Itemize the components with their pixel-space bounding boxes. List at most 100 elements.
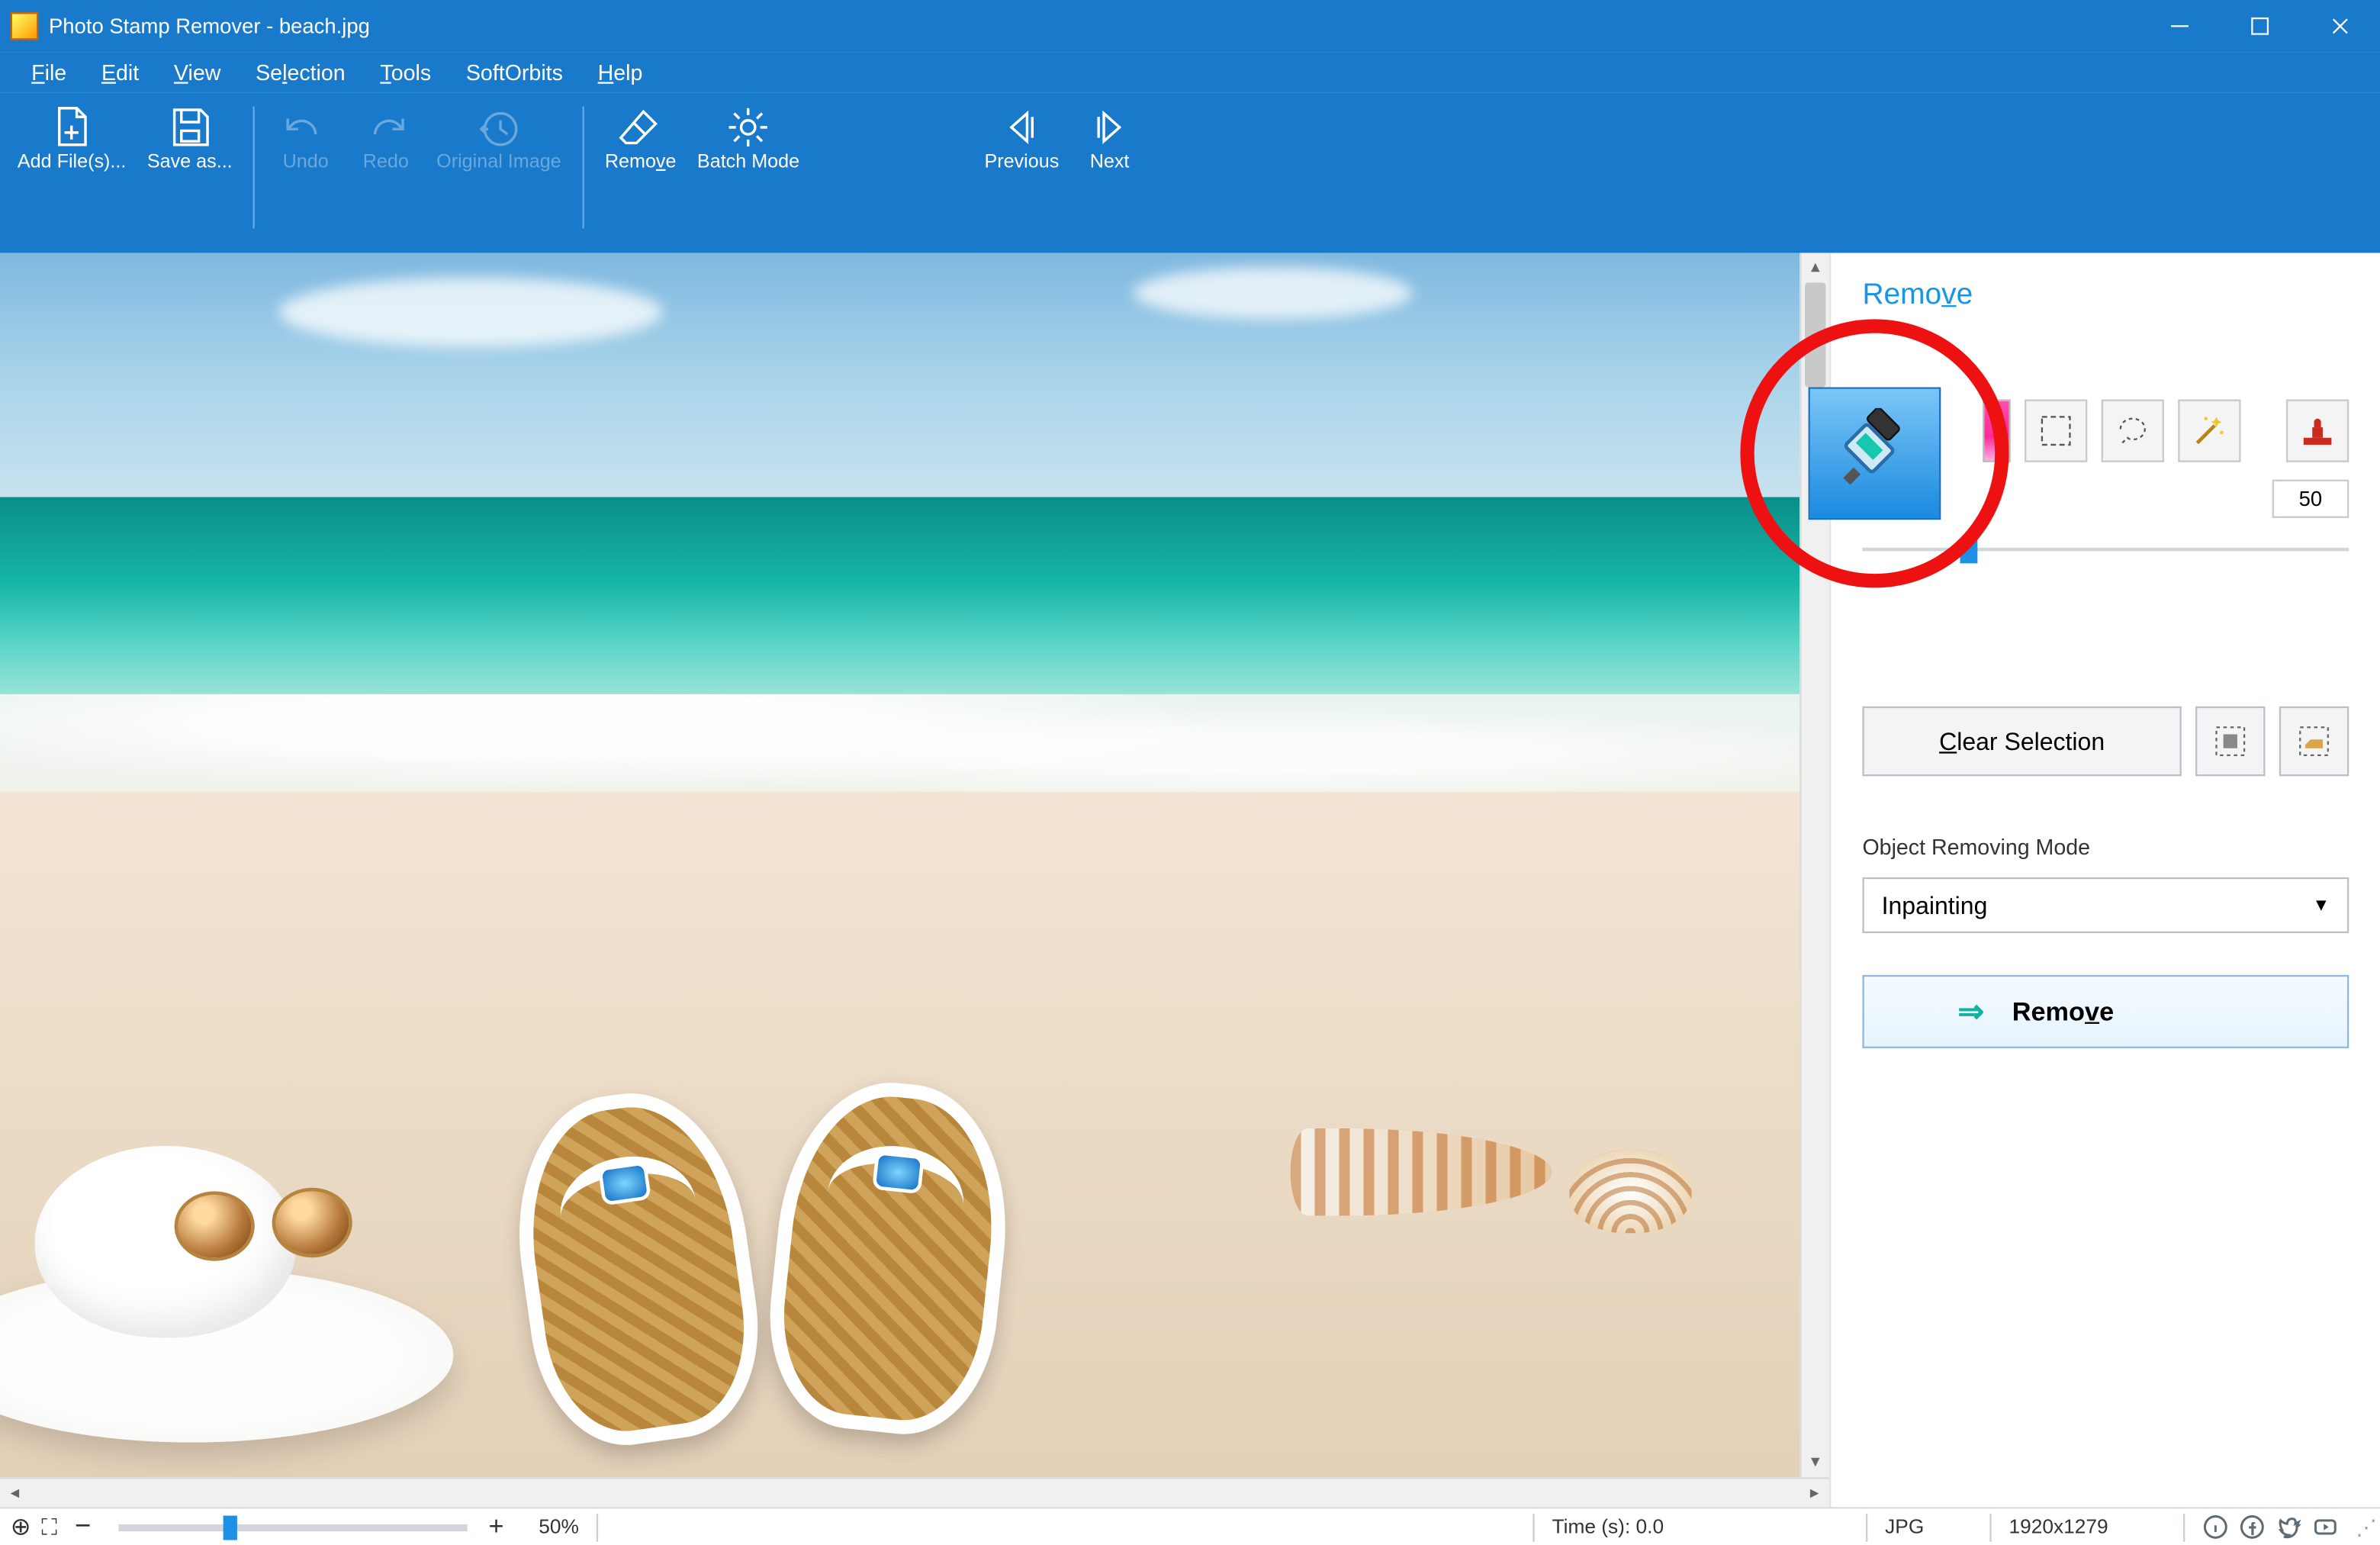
- save-as-label: Save as...: [147, 152, 233, 172]
- next-label: Next: [1090, 152, 1130, 172]
- add-files-label: Add File(s)...: [18, 152, 127, 172]
- undo-icon: [281, 103, 330, 152]
- eraser-icon: [616, 103, 665, 152]
- menu-file[interactable]: File: [18, 56, 81, 88]
- gear-icon: [724, 103, 773, 152]
- menu-selection[interactable]: Selection: [242, 56, 359, 88]
- zoom-in-button[interactable]: +: [478, 1512, 514, 1542]
- remove-tool-button[interactable]: Remove: [598, 99, 683, 176]
- twitter-icon[interactable]: [2275, 1514, 2301, 1540]
- rectangle-select-icon: [2037, 411, 2075, 449]
- clear-selection-button[interactable]: Clear Selection: [1862, 707, 2181, 776]
- scroll-left-icon[interactable]: ◂: [0, 1479, 30, 1509]
- menu-help[interactable]: Help: [584, 56, 656, 88]
- batch-label: Batch Mode: [697, 152, 799, 172]
- status-format: JPG: [1885, 1517, 1972, 1537]
- facebook-icon[interactable]: [2239, 1514, 2265, 1540]
- save-selection-button[interactable]: [2195, 707, 2265, 776]
- resize-grip[interactable]: ⋰: [2356, 1514, 2380, 1539]
- stamp-icon: [2298, 411, 2337, 449]
- original-label: Original Image: [436, 152, 561, 172]
- zoom-fit-icon[interactable]: ⛶: [41, 1513, 57, 1541]
- menu-bar: File Edit View Selection Tools SoftOrbit…: [0, 53, 2380, 93]
- selection-tools-row: [1862, 399, 2349, 462]
- toolbar: Add File(s)... Save as... Undo Redo Orig…: [0, 92, 2380, 253]
- scroll-down-icon[interactable]: ▾: [1801, 1447, 1829, 1477]
- brush-size-input[interactable]: [2272, 480, 2349, 518]
- marker-tool-button[interactable]: [1809, 387, 1941, 520]
- info-icon[interactable]: [2202, 1514, 2228, 1540]
- batch-mode-button[interactable]: Batch Mode: [690, 99, 806, 176]
- redo-label: Redo: [363, 152, 409, 172]
- lasso-tool[interactable]: [2102, 399, 2164, 462]
- youtube-icon[interactable]: [2312, 1514, 2338, 1540]
- status-dimensions: 1920x1279: [2009, 1517, 2166, 1537]
- canvas-area: ▴ ▾ ◂ ▸: [0, 253, 1829, 1507]
- original-image-button[interactable]: Original Image: [429, 99, 568, 176]
- zoom-actual-icon[interactable]: ⊕: [11, 1512, 31, 1542]
- add-files-button[interactable]: Add File(s)...: [11, 99, 133, 176]
- image-canvas[interactable]: [0, 253, 1799, 1477]
- arrow-left-icon: [997, 103, 1046, 152]
- close-button[interactable]: [2300, 0, 2380, 53]
- close-icon: [2330, 16, 2350, 37]
- zoom-slider[interactable]: [119, 1524, 468, 1531]
- social-links: [2202, 1514, 2356, 1540]
- remove-label: Remove: [605, 152, 677, 172]
- status-bar: ⊕ ⛶ − + 50% Time (s): 0.0 JPG 1920x1279 …: [0, 1507, 2380, 1545]
- maximize-button[interactable]: [2220, 0, 2300, 53]
- scroll-right-icon[interactable]: ▸: [1799, 1479, 1829, 1509]
- save-as-button[interactable]: Save as...: [140, 99, 240, 176]
- save-icon: [166, 103, 214, 152]
- toolbar-separator: [582, 106, 584, 228]
- remove-button-label: Remove: [2012, 996, 2114, 1026]
- side-panel: Remove: [1829, 253, 2380, 1507]
- arrow-right-icon: ⇒: [1958, 993, 1985, 1030]
- save-selection-icon: [2213, 724, 2248, 759]
- highlight-annotation: [1740, 319, 2009, 587]
- window-title: Photo Stamp Remover - beach.jpg: [49, 14, 370, 38]
- history-icon: [474, 103, 523, 152]
- minimize-button[interactable]: [2140, 0, 2220, 53]
- zoom-out-button[interactable]: −: [68, 1511, 98, 1543]
- minimize-icon: [2169, 16, 2190, 37]
- scroll-up-icon[interactable]: ▴: [1801, 253, 1829, 282]
- mode-select[interactable]: Inpainting ▼: [1862, 877, 2349, 933]
- title-bar: Photo Stamp Remover - beach.jpg: [0, 0, 2380, 53]
- maximize-icon: [2250, 16, 2270, 37]
- remove-button[interactable]: ⇒ Remove: [1862, 975, 2349, 1048]
- load-selection-button[interactable]: [2279, 707, 2349, 776]
- menu-softorbits[interactable]: SoftOrbits: [452, 56, 577, 88]
- zoom-slider-thumb[interactable]: [224, 1514, 237, 1539]
- redo-button[interactable]: Redo: [349, 99, 423, 176]
- mode-value: Inpainting: [1882, 891, 1988, 919]
- menu-view[interactable]: View: [160, 56, 235, 88]
- clone-stamp-tool[interactable]: [2286, 399, 2349, 462]
- toolbar-separator: [253, 106, 255, 228]
- rectangle-select-tool[interactable]: [2025, 399, 2087, 462]
- previous-button[interactable]: Previous: [977, 99, 1066, 176]
- redo-icon: [362, 103, 410, 152]
- load-selection-icon: [2297, 724, 2332, 759]
- horizontal-scrollbar[interactable]: ◂ ▸: [0, 1477, 1829, 1507]
- add-file-icon: [47, 103, 96, 152]
- image-content: [0, 253, 1799, 1477]
- marker-icon: [1829, 408, 1920, 499]
- previous-label: Previous: [984, 152, 1059, 172]
- chevron-down-icon: ▼: [2312, 896, 2330, 915]
- magic-wand-icon: [2190, 411, 2228, 449]
- panel-heading: Remove: [1862, 277, 2349, 312]
- app-icon: [11, 12, 39, 40]
- undo-label: Undo: [283, 152, 329, 172]
- zoom-percent: 50%: [514, 1517, 579, 1537]
- status-time: Time (s): 0.0: [1552, 1517, 1849, 1537]
- arrow-right-icon: [1085, 103, 1134, 152]
- magic-wand-tool[interactable]: [2178, 399, 2240, 462]
- undo-button[interactable]: Undo: [269, 99, 343, 176]
- lasso-icon: [2114, 411, 2152, 449]
- next-button[interactable]: Next: [1073, 99, 1147, 176]
- menu-edit[interactable]: Edit: [88, 56, 153, 88]
- menu-tools[interactable]: Tools: [366, 56, 445, 88]
- workspace: ▴ ▾ ◂ ▸ Remove: [0, 253, 2380, 1507]
- mode-label: Object Removing Mode: [1862, 835, 2349, 860]
